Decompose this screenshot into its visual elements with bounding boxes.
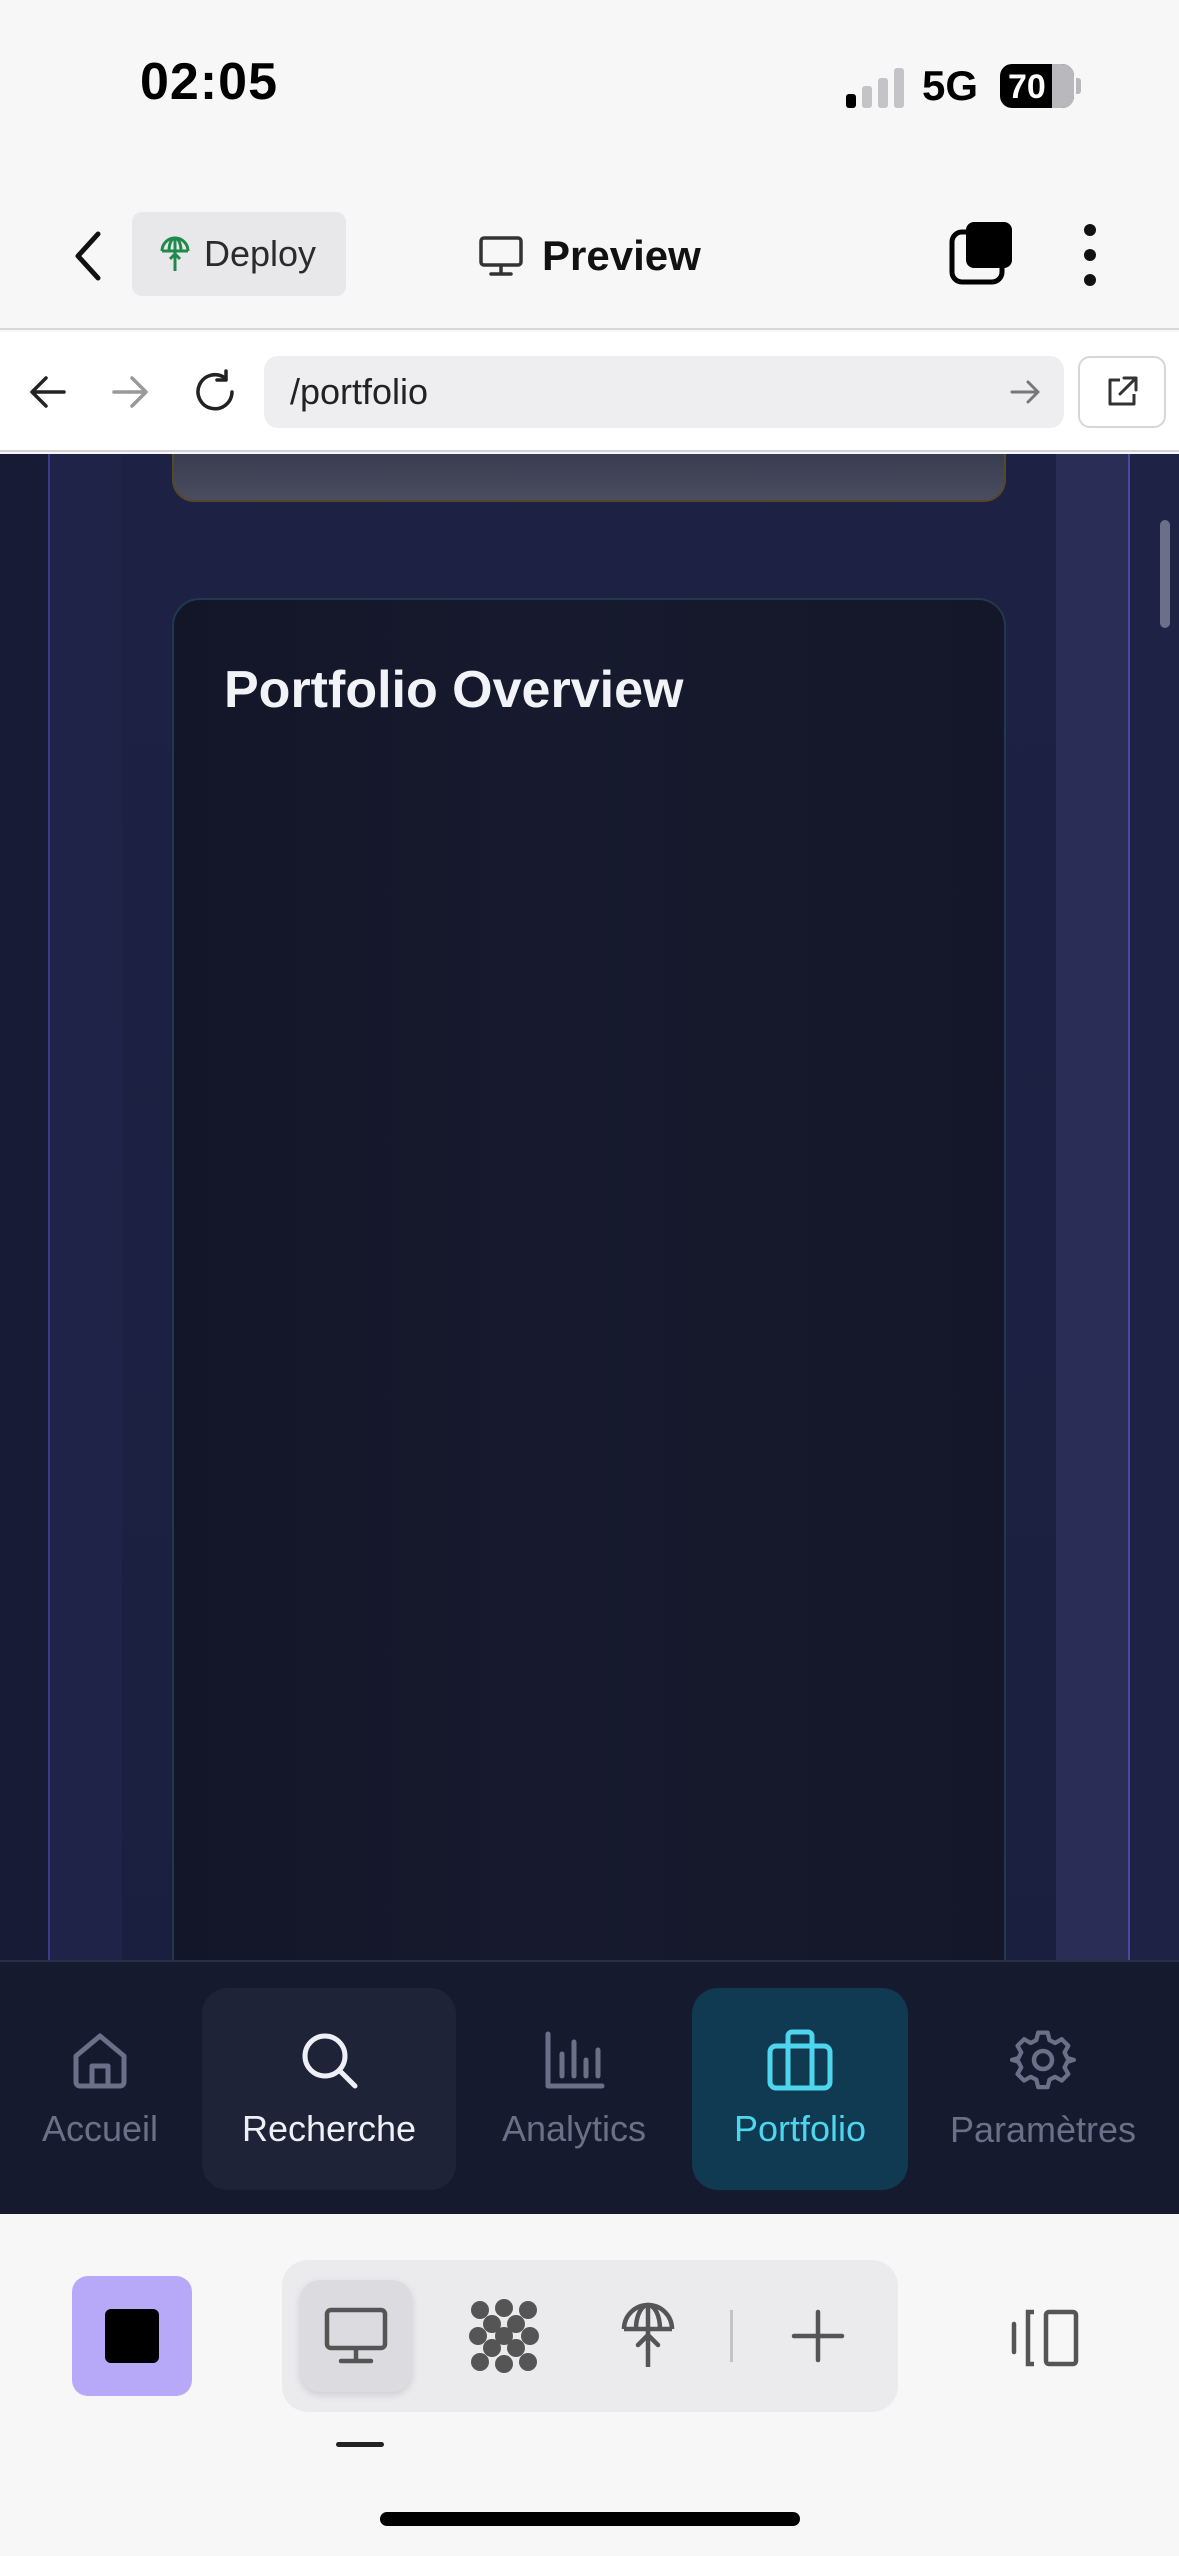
app-bar: Deploy Preview (0, 180, 1179, 330)
tool-divider (730, 2310, 733, 2362)
nav-label-parametres: Paramètres (949, 2109, 1137, 2150)
search-icon (302, 2033, 358, 2089)
browser-back-button[interactable] (18, 362, 78, 422)
nav-label-analytics: Analytics (501, 2108, 647, 2149)
preview-label: Preview (542, 232, 701, 279)
back-button[interactable] (60, 224, 116, 288)
agent-tool-button[interactable] (448, 2280, 560, 2392)
home-indicator[interactable] (380, 2512, 800, 2526)
nav-item-parametres[interactable]: Paramètres (928, 1988, 1158, 2190)
left-inner-column (50, 454, 122, 1960)
nav-item-analytics[interactable]: Analytics (476, 1988, 672, 2190)
layout-toggle-button[interactable] (1008, 2306, 1082, 2370)
battery-level: 70 (1008, 68, 1046, 106)
add-tool-button[interactable] (762, 2280, 874, 2392)
nav-label-portfolio: Portfolio (733, 2108, 867, 2149)
bar-chart-icon (545, 2031, 605, 2089)
status-time: 02:05 (140, 53, 278, 111)
preview-toggle[interactable]: Preview (478, 220, 701, 292)
browser-forward-button[interactable] (100, 362, 160, 422)
stop-icon (105, 2309, 159, 2363)
active-tool-indicator (336, 2442, 384, 2447)
open-external-button[interactable] (1078, 356, 1166, 428)
status-bar: 02:05 5G 70 (0, 0, 1179, 180)
browser-reload-button[interactable] (186, 362, 246, 422)
chevron-left-icon (75, 231, 101, 281)
left-border-column (0, 454, 50, 1960)
arrow-right-icon (112, 376, 148, 408)
scrollbar-thumb[interactable] (1160, 520, 1170, 628)
more-options-button[interactable] (1070, 220, 1110, 290)
monitor-icon (324, 2307, 388, 2364)
tabs-button[interactable] (948, 218, 1018, 288)
deploy-label: Deploy (204, 233, 317, 274)
editor-toolbar (0, 2214, 1179, 2556)
reload-icon (196, 369, 234, 411)
preview-tool-button[interactable] (300, 2280, 412, 2392)
view-tool-group (282, 2260, 898, 2412)
url-text: /portfolio (290, 371, 429, 412)
portfolio-overview-card: Portfolio Overview (172, 598, 1006, 1960)
gear-icon (1010, 2030, 1076, 2090)
monitor-icon (479, 236, 523, 276)
deploy-globe-icon (160, 236, 190, 271)
right-border-column (1130, 454, 1179, 1960)
browser-toolbar: /portfolio (0, 332, 1179, 452)
deploy-tool-button[interactable] (592, 2280, 704, 2392)
web-preview[interactable]: Portfolio Overview (0, 454, 1179, 1960)
nav-item-recherche[interactable]: Recherche (202, 1988, 456, 2190)
nav-label-accueil: Accueil (41, 2108, 159, 2149)
briefcase-icon (767, 2029, 833, 2091)
deploy-icon (621, 2302, 675, 2367)
home-icon (73, 2033, 127, 2089)
nav-item-accueil[interactable]: Accueil (10, 1988, 190, 2190)
go-arrow-icon[interactable] (1006, 372, 1046, 412)
external-link-icon (1108, 376, 1138, 406)
battery-icon: 70 (1000, 64, 1074, 108)
nav-item-portfolio[interactable]: Portfolio (692, 1988, 908, 2190)
panel-layout-icon (1011, 2309, 1079, 2367)
arrow-left-icon (30, 376, 66, 408)
overview-title: Portfolio Overview (224, 661, 684, 719)
nav-label-recherche: Recherche (241, 2108, 417, 2149)
right-inner-column (1056, 454, 1130, 1960)
more-vertical-icon (1084, 224, 1096, 286)
bottom-navigation: Accueil Recherche Analytics Portfolio Pa… (0, 1960, 1179, 2214)
deploy-button[interactable]: Deploy (132, 212, 346, 296)
battery-tip (1076, 78, 1081, 94)
stop-button[interactable] (72, 2276, 192, 2396)
cellular-signal-icon (846, 68, 906, 108)
previous-card (172, 454, 1006, 502)
plus-icon (791, 2309, 845, 2363)
network-type: 5G (922, 62, 979, 109)
dots-logo-icon (469, 2299, 539, 2373)
url-input[interactable]: /portfolio (264, 356, 1064, 428)
tabs-icon (949, 222, 1012, 285)
